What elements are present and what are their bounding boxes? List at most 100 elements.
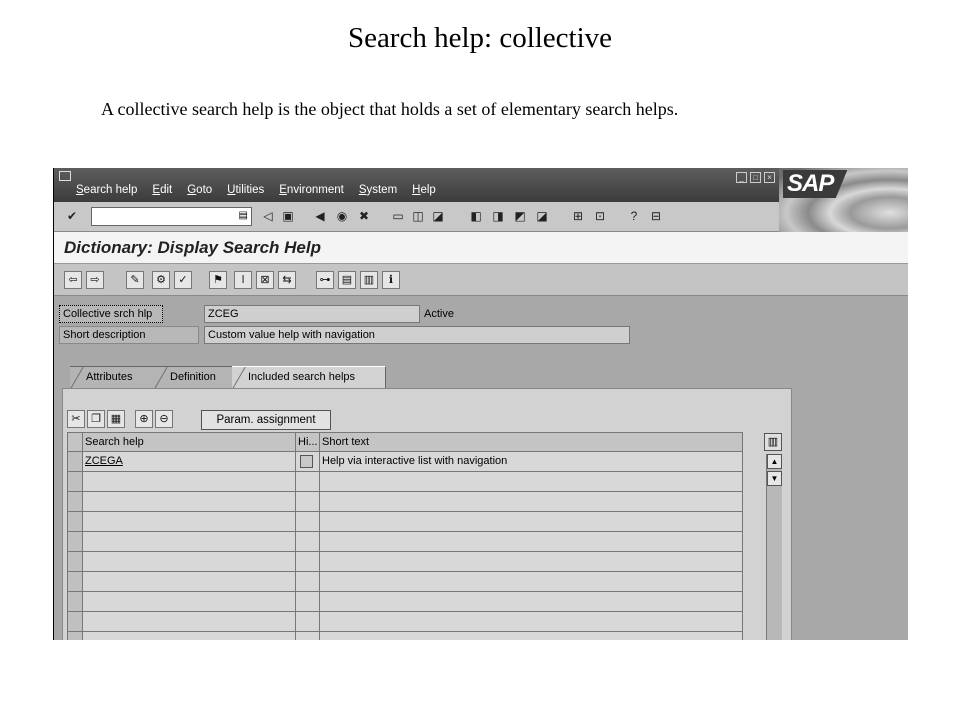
short-description-label: Short description xyxy=(59,326,199,344)
test-icon[interactable]: ǀ xyxy=(234,271,252,289)
column-header-hidden[interactable]: Hi... xyxy=(296,432,320,452)
activate-icon[interactable]: ⚑ xyxy=(209,271,227,289)
column-header-search-help[interactable]: Search help xyxy=(83,432,296,452)
cell-hidden[interactable] xyxy=(296,632,320,640)
copy-icon[interactable]: ❐ xyxy=(87,410,105,428)
search-help-link[interactable]: ZCEGA xyxy=(85,455,123,467)
check-icon[interactable]: ✓ xyxy=(174,271,192,289)
row-selector[interactable] xyxy=(67,532,83,552)
maximize-button[interactable]: □ xyxy=(750,172,761,183)
cell-short-text xyxy=(320,612,743,632)
forward-arrow-icon[interactable]: ⇨ xyxy=(86,271,104,289)
navigation-icon[interactable]: ⇆ xyxy=(278,271,296,289)
insert-row-icon[interactable]: ⊕ xyxy=(135,410,153,428)
shortcut-icon[interactable]: ⊡ xyxy=(592,208,608,224)
row-selector[interactable] xyxy=(67,592,83,612)
command-field[interactable]: ▤ xyxy=(91,207,252,226)
cell-search-help[interactable] xyxy=(83,532,296,552)
display-change-icon[interactable]: ✎ xyxy=(126,271,144,289)
cancel-icon[interactable]: ✖ xyxy=(356,208,372,224)
row-selector[interactable] xyxy=(67,512,83,532)
create-session-icon[interactable]: ⊞ xyxy=(570,208,586,224)
menu-help[interactable]: Help xyxy=(412,184,436,196)
row-selector[interactable] xyxy=(67,452,83,472)
menu-utilities[interactable]: Utilities xyxy=(227,184,264,196)
cell-hidden[interactable] xyxy=(296,612,320,632)
enter-check-icon[interactable]: ✔ xyxy=(64,208,80,224)
hidden-checkbox[interactable] xyxy=(300,455,313,468)
row-selector[interactable] xyxy=(67,552,83,572)
collective-search-help-field[interactable]: ZCEG xyxy=(204,305,420,323)
cut-icon[interactable]: ✂ xyxy=(67,410,85,428)
print-icon[interactable]: ▭ xyxy=(390,208,406,224)
back-arrow-icon[interactable]: ⇦ xyxy=(64,271,82,289)
collapse-icon[interactable]: ◁ xyxy=(260,208,276,224)
previous-page-icon[interactable]: ◨ xyxy=(490,208,506,224)
system-menu-icon[interactable] xyxy=(59,171,71,181)
cell-hidden[interactable] xyxy=(296,492,320,512)
tab-attributes[interactable]: Attributes xyxy=(70,366,156,388)
print-list-icon[interactable]: ▤ xyxy=(338,271,356,289)
layout-menu-icon[interactable]: ⊟ xyxy=(648,208,664,224)
paste-icon[interactable]: ▦ xyxy=(107,410,125,428)
cell-hidden[interactable] xyxy=(296,552,320,572)
other-object-icon[interactable]: ⚙ xyxy=(152,271,170,289)
menu-goto[interactable]: Goto xyxy=(187,184,212,196)
cell-short-text xyxy=(320,632,743,640)
cell-search-help[interactable] xyxy=(83,492,296,512)
tab-definition[interactable]: Definition xyxy=(154,366,236,388)
cell-search-help[interactable] xyxy=(83,632,296,640)
cell-hidden[interactable] xyxy=(296,532,320,552)
row-selector[interactable] xyxy=(67,632,83,640)
row-selector[interactable] xyxy=(67,612,83,632)
cell-search-help[interactable] xyxy=(83,472,296,492)
param-assignment-button[interactable]: Param. assignment xyxy=(201,410,331,430)
table-settings-icon[interactable]: ▥ xyxy=(764,433,782,451)
hierarchy-icon[interactable]: ⊶ xyxy=(316,271,334,289)
first-page-icon[interactable]: ◧ xyxy=(468,208,484,224)
exit-icon[interactable]: ◉ xyxy=(334,208,350,224)
next-page-icon[interactable]: ◩ xyxy=(512,208,528,224)
cell-search-help[interactable] xyxy=(83,592,296,612)
cell-search-help[interactable] xyxy=(83,512,296,532)
menu-system[interactable]: System xyxy=(359,184,397,196)
short-description-field[interactable]: Custom value help with navigation xyxy=(204,326,630,344)
cell-hidden[interactable] xyxy=(296,472,320,492)
help-icon[interactable]: ? xyxy=(626,208,642,224)
cell-search-help[interactable] xyxy=(83,572,296,592)
cell-hidden[interactable] xyxy=(296,592,320,612)
scroll-down-icon[interactable]: ▼ xyxy=(767,471,782,486)
table-scrollbar[interactable]: ▲ ▼ xyxy=(766,454,782,640)
cell-hidden[interactable] xyxy=(296,452,320,472)
tab-included-search-helps[interactable]: Included search helps xyxy=(232,366,386,389)
save-icon[interactable]: ▣ xyxy=(280,208,296,224)
last-page-icon[interactable]: ◪ xyxy=(534,208,550,224)
title-bar: Dictionary: Display Search Help xyxy=(54,232,908,264)
cell-search-help[interactable] xyxy=(83,612,296,632)
select-all-cell[interactable] xyxy=(67,432,83,452)
table-row: ZCEGA Help via interactive list with nav… xyxy=(67,452,745,472)
row-selector[interactable] xyxy=(67,572,83,592)
row-selector[interactable] xyxy=(67,472,83,492)
menu-environment[interactable]: Environment xyxy=(279,184,344,196)
menu-search-help[interactable]: Search help xyxy=(76,184,137,196)
row-selector[interactable] xyxy=(67,492,83,512)
where-used-icon[interactable]: ⊠ xyxy=(256,271,274,289)
cell-hidden[interactable] xyxy=(296,512,320,532)
back-icon[interactable]: ◀ xyxy=(312,208,328,224)
delete-row-icon[interactable]: ⊖ xyxy=(155,410,173,428)
find-next-icon[interactable]: ◪ xyxy=(430,208,446,224)
close-button[interactable]: × xyxy=(764,172,775,183)
cell-short-text xyxy=(320,572,743,592)
documentation-icon[interactable]: ▥ xyxy=(360,271,378,289)
command-history-icon[interactable]: ▤ xyxy=(239,210,248,221)
column-header-short-text[interactable]: Short text xyxy=(320,432,743,452)
cell-search-help[interactable]: ZCEGA xyxy=(83,452,296,472)
scroll-up-icon[interactable]: ▲ xyxy=(767,454,782,469)
menu-edit[interactable]: Edit xyxy=(152,184,172,196)
cell-search-help[interactable] xyxy=(83,552,296,572)
find-icon[interactable]: ◫ xyxy=(410,208,426,224)
info-icon[interactable]: ℹ xyxy=(382,271,400,289)
minimize-button[interactable]: _ xyxy=(736,172,747,183)
cell-hidden[interactable] xyxy=(296,572,320,592)
